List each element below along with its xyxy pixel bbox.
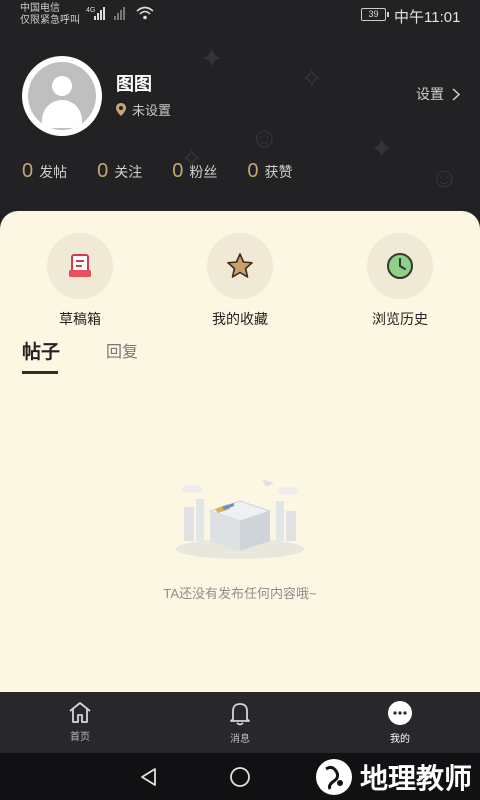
- stat-likes[interactable]: 0 获赞: [247, 160, 292, 183]
- chevron-right-icon: [452, 87, 460, 101]
- nav-messages[interactable]: 消息: [160, 692, 320, 753]
- stat-label: 关注: [114, 164, 143, 180]
- profile-bubble-icon: [388, 701, 412, 725]
- nav-home[interactable]: 首页: [0, 692, 160, 753]
- content-card: 草稿箱 我的收藏 浏览历史 帖子 回复 TA还没有发布任何内容哦~: [0, 211, 480, 692]
- empty-box-illustration-icon: [176, 479, 304, 559]
- settings-label: 设置: [416, 86, 444, 102]
- settings-button[interactable]: 设置: [416, 84, 460, 104]
- quick-action-favorites[interactable]: 我的收藏: [160, 233, 320, 329]
- empty-state: TA还没有发布任何内容哦~: [0, 471, 480, 602]
- username: 图图: [116, 74, 152, 94]
- home-icon: [69, 702, 91, 723]
- carrier-name: 中国电信: [20, 3, 60, 14]
- quick-action-label: 我的收藏: [212, 311, 268, 327]
- status-time: 中午11:01: [394, 9, 461, 26]
- profile-header: ✦ ✧ ☺ ✦ ☺ ✧ 图图 未设置 设置 0 发帖 0 关注 0 粉丝 0 获…: [0, 32, 480, 212]
- back-triangle-icon[interactable]: [139, 767, 159, 787]
- stat-value: 0: [247, 160, 259, 182]
- stat-followers[interactable]: 0 粉丝: [172, 160, 217, 183]
- stat-label: 发帖: [39, 164, 68, 180]
- stat-following[interactable]: 0 关注: [97, 160, 142, 183]
- signal-2-icon: [114, 6, 125, 20]
- nav-mine[interactable]: 我的: [320, 692, 480, 753]
- location-row[interactable]: 未设置: [116, 100, 171, 119]
- bottom-navigation: 首页 消息 我的: [0, 692, 480, 753]
- tab-posts[interactable]: 帖子: [22, 337, 60, 374]
- decor-figure-icon: ✧: [300, 63, 324, 94]
- quick-action-label: 草稿箱: [59, 311, 101, 327]
- tab-replies[interactable]: 回复: [106, 338, 138, 374]
- decor-figure-icon: ✦: [370, 133, 394, 164]
- quick-action-history[interactable]: 浏览历史: [320, 233, 480, 329]
- avatar[interactable]: [22, 56, 102, 136]
- stat-label: 获赞: [264, 164, 293, 180]
- home-circle-icon[interactable]: [229, 766, 251, 788]
- status-bar: 中国电信 仅限紧急呼叫 4G 39 中午11:01: [0, 0, 480, 32]
- nav-label: 我的: [390, 734, 410, 745]
- bell-icon: [230, 703, 250, 726]
- stat-value: 0: [97, 160, 109, 182]
- watermark-text: 地理教师: [359, 762, 472, 794]
- stat-posts[interactable]: 0 发帖: [22, 160, 67, 183]
- empty-state-text: TA还没有发布任何内容哦~: [163, 586, 317, 601]
- location-pin-icon: [116, 103, 126, 116]
- wifi-icon: [136, 6, 154, 20]
- carrier-info: 中国电信 仅限紧急呼叫: [20, 3, 80, 27]
- stat-label: 粉丝: [189, 164, 218, 180]
- decor-figure-icon: ☺: [430, 162, 459, 193]
- stat-value: 0: [22, 160, 34, 182]
- nav-label: 首页: [70, 732, 90, 743]
- emergency-only-text: 仅限紧急呼叫: [20, 15, 80, 26]
- watermark: 地理教师: [314, 753, 472, 800]
- quick-action-drafts[interactable]: 草稿箱: [0, 233, 160, 329]
- star-icon: [207, 233, 273, 299]
- signal-icon: [94, 6, 105, 20]
- clock-icon: [367, 233, 433, 299]
- quick-actions: 草稿箱 我的收藏 浏览历史: [0, 233, 480, 329]
- profile-stats: 0 发帖 0 关注 0 粉丝 0 获赞: [22, 160, 323, 183]
- decor-figure-icon: ☺: [250, 122, 279, 153]
- location-text: 未设置: [132, 103, 172, 118]
- decor-figure-icon: ✦: [200, 43, 224, 74]
- content-tabs: 帖子 回复: [22, 337, 138, 374]
- quick-action-label: 浏览历史: [372, 311, 428, 327]
- default-avatar-icon: [28, 62, 96, 130]
- nav-label: 消息: [230, 734, 250, 745]
- battery-indicator: 39: [361, 8, 389, 21]
- stat-value: 0: [172, 160, 184, 182]
- draft-box-icon: [47, 233, 113, 299]
- globe-logo-icon: [315, 758, 352, 795]
